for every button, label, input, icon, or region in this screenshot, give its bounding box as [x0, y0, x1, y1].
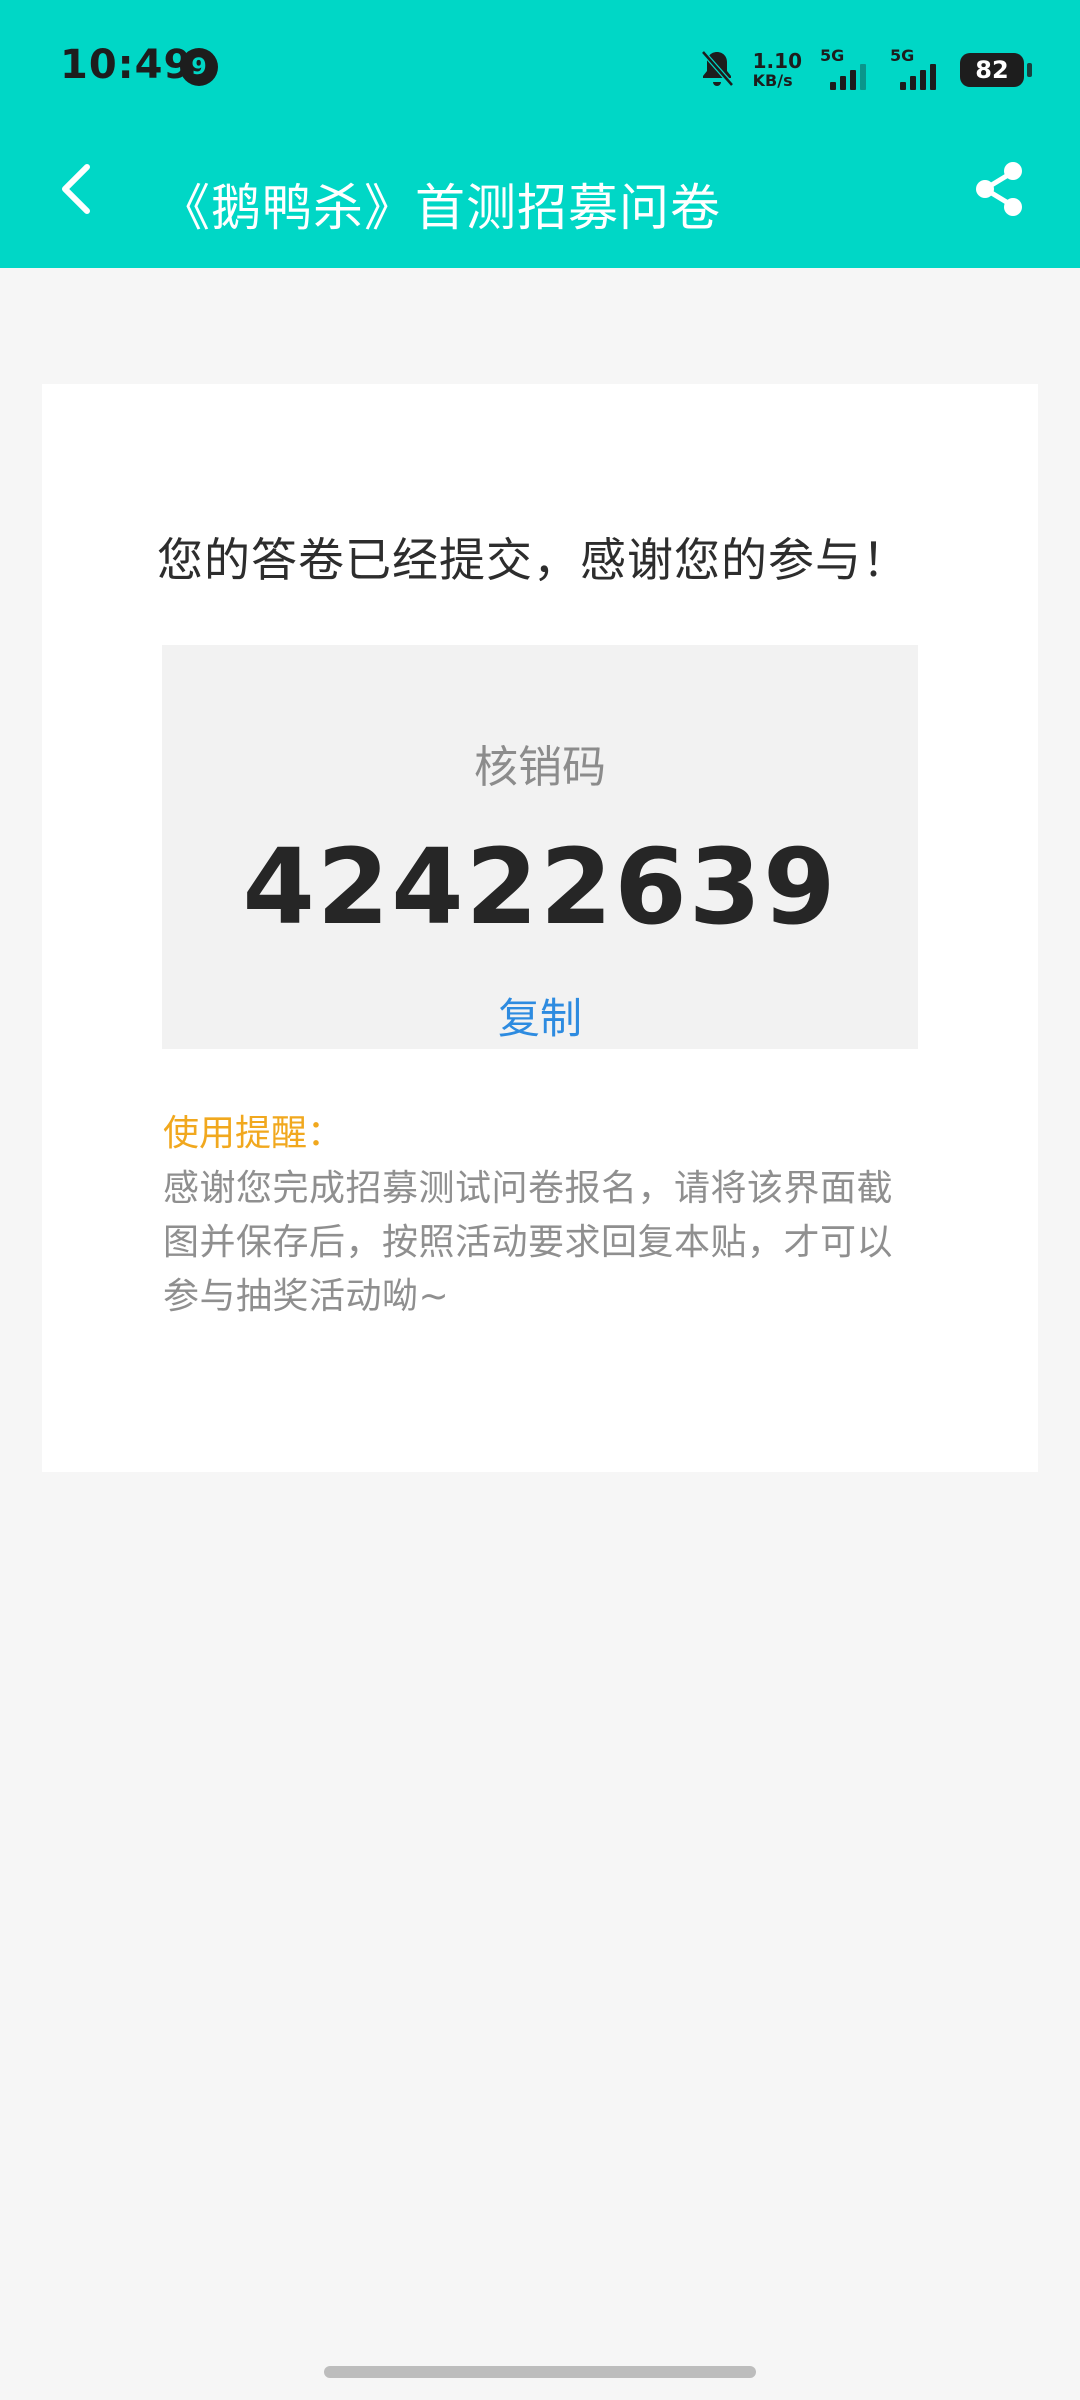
verification-code-box: 核销码 42422639 复制: [162, 645, 918, 1049]
signal-2-label: 5G: [890, 46, 915, 65]
chevron-left-icon: [57, 161, 97, 221]
success-message: 您的答卷已经提交，感谢您的参与！: [157, 533, 909, 587]
share-icon: [971, 160, 1027, 222]
status-icons: 1.10 KB/s 5G 5G 82: [699, 46, 1032, 92]
signal-icon: 5G: [820, 46, 872, 92]
status-bar: 10:49 9 1.10 KB/s 5G 5G 82: [0, 0, 1080, 140]
network-speed-value: 1.10: [752, 49, 802, 73]
tip-body: 感谢您完成招募测试问卷报名，请将该界面截图并保存后，按照活动要求回复本贴，才可以…: [163, 1168, 894, 1317]
navigation-bar: 《鹅鸭杀》首测招募问卷: [0, 140, 1080, 268]
battery-level: 82: [975, 56, 1009, 84]
signal-1-label: 5G: [820, 46, 845, 65]
tip-title: 使用提醒：: [163, 1113, 344, 1154]
notification-badge: 9: [180, 48, 218, 86]
code-value: 42422639: [242, 826, 838, 948]
network-speed-unit: KB/s: [752, 71, 793, 90]
signal-icon: 5G: [890, 46, 942, 92]
copy-button[interactable]: 复制: [162, 985, 918, 1046]
app-header: 10:49 9 1.10 KB/s 5G 5G 82 《鹅鸭杀》首测招募问卷: [0, 0, 1080, 268]
code-label: 核销码: [474, 742, 606, 793]
page-title: 《鹅鸭杀》首测招募问卷: [160, 179, 721, 237]
status-time: 10:49: [60, 42, 193, 88]
network-speed: 1.10 KB/s: [753, 51, 802, 89]
home-indicator[interactable]: [324, 2366, 756, 2378]
battery-icon: 82: [960, 53, 1032, 87]
back-button[interactable]: [42, 156, 112, 226]
bell-muted-icon: [699, 48, 735, 92]
share-button[interactable]: [964, 156, 1034, 226]
result-card: 您的答卷已经提交，感谢您的参与！ 核销码 42422639 复制 使用提醒： 感…: [42, 384, 1038, 1472]
